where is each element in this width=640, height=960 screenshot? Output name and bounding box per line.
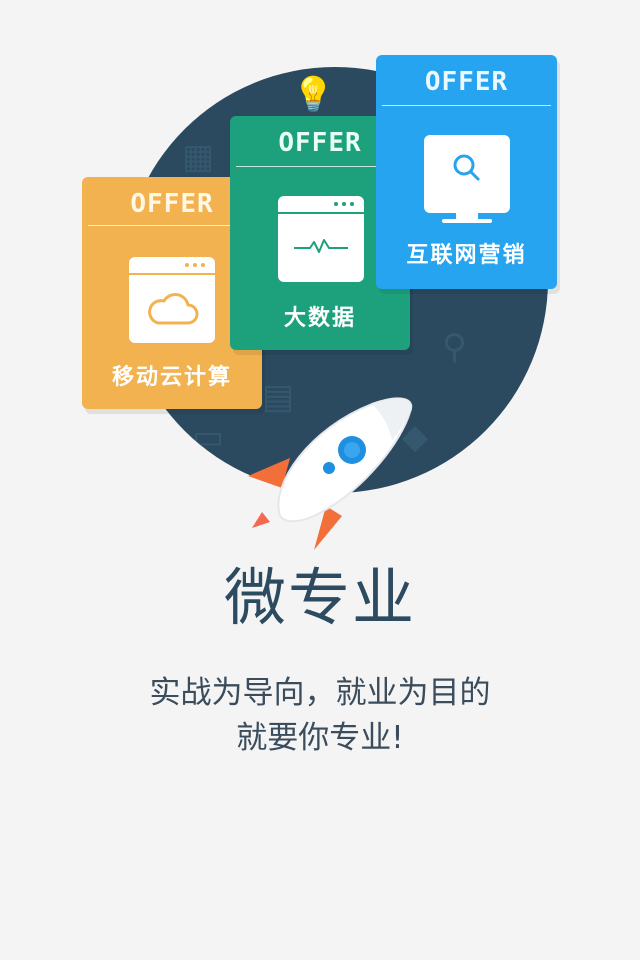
card-divider [382,105,551,106]
rocket-icon [248,397,413,550]
card-label: 互联网营销 [406,243,527,268]
card-label: 移动云计算 [111,365,232,390]
card-internet-marketing: OFFER 互联网营销 [376,55,557,289]
faded-bulb-icon: 💡 [292,75,335,115]
faded-map-pin-icon: ⚲ [442,327,467,367]
faded-chart-icon: ▦ [182,137,215,177]
page-title: 微专业 [223,561,416,634]
tagline-line-1: 实战为导向，就业为目的 [149,675,491,711]
monitor-base [442,219,492,223]
monitor-search-icon [453,154,480,181]
cloud-icon [148,293,199,325]
cloud-window-icon [129,257,215,343]
card-label: 大数据 [283,306,356,331]
chart-window-icon [278,196,364,282]
monitor-window-icon [424,135,510,213]
faded-folder-icon: ▭ [192,417,225,457]
card-offer-badge: OFFER [424,67,509,97]
tagline-line-2: 就要你专业! [236,720,404,756]
chart-pulse-icon [294,239,348,253]
hero-illustration: 💡 ▦ ⚲ ▤ ◆ ▭ OFFER 移动云计算 OFFER 大数据 OFFER … [0,0,640,560]
